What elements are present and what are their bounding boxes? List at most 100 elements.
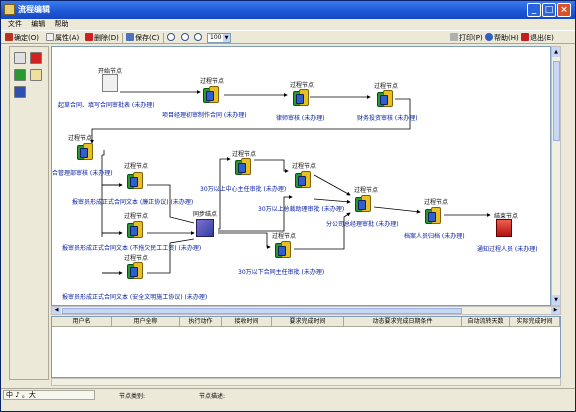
ime-toolbar[interactable]: 中 ♪ 。大: [3, 390, 95, 400]
canvas-vertical-scrollbar[interactable]: ▲ ▼: [551, 46, 561, 306]
scroll-down-icon[interactable]: ▼: [552, 295, 560, 305]
process-node-icon: [126, 171, 144, 191]
zoom-in-icon: [167, 33, 175, 41]
col-receive-time[interactable]: 接收时间: [222, 317, 272, 327]
menu-file[interactable]: 文件: [8, 19, 22, 30]
maximize-button[interactable]: □: [542, 3, 556, 17]
b1-node[interactable]: [354, 194, 372, 214]
properties-label: 属性(A): [55, 34, 80, 42]
sync-type: 同步结点: [193, 211, 218, 218]
print-button[interactable]: 打印(P): [450, 33, 483, 43]
a3-node[interactable]: [274, 240, 292, 260]
app-icon: [4, 4, 15, 15]
col-finish-time[interactable]: 实际完成时间: [510, 317, 560, 327]
save-button[interactable]: 保存(C): [126, 33, 159, 43]
zoom-select[interactable]: 100 ▼: [207, 33, 231, 43]
delete-label: 删除(D): [94, 34, 119, 42]
scroll-right-icon[interactable]: ▶: [551, 307, 560, 314]
close-button[interactable]: ×: [557, 3, 571, 17]
canvas-horizontal-scrollbar[interactable]: ◀ ▶: [51, 306, 561, 315]
process-node-icon: [202, 85, 220, 105]
task-table: 用户名 用户全称 执行动作 接收时间 要求完成时间 动态要求完成日期条件 自动流…: [51, 316, 561, 378]
col-due-time[interactable]: 要求完成时间: [272, 317, 344, 327]
flow-editor-window: 流程编辑 _ □ × 文件 编辑 帮助 确定(O) 属性(A) 删除(D) 保存…: [0, 0, 576, 412]
col-fullname[interactable]: 用户全称: [112, 317, 180, 327]
node-type-label: 节点类别:: [119, 393, 146, 400]
start-node-icon: [102, 74, 118, 92]
process-node-icon: [274, 240, 292, 260]
properties-button[interactable]: 属性(A): [46, 33, 79, 43]
zoom-out-button[interactable]: [181, 33, 190, 43]
end-node[interactable]: [496, 219, 514, 239]
help-button[interactable]: 帮助(H): [485, 33, 519, 43]
n1-node[interactable]: [202, 85, 220, 105]
p1-node[interactable]: [126, 171, 144, 191]
p2-node[interactable]: [126, 220, 144, 240]
b2-desc: 档案人员归档 (未办理): [404, 233, 465, 240]
n3-node[interactable]: [376, 89, 394, 109]
col-action[interactable]: 执行动作: [180, 317, 222, 327]
exit-label: 退出(E): [530, 34, 554, 42]
exit-button[interactable]: 退出(E): [521, 33, 554, 43]
a3-type: 过程节点: [272, 233, 297, 240]
node-desc-label: 节点描述:: [199, 393, 226, 400]
scroll-up-icon[interactable]: ▲: [552, 47, 560, 57]
zoom-in-button[interactable]: [167, 33, 176, 43]
confirm-button[interactable]: 确定(O): [5, 33, 39, 43]
toolbar: 确定(O) 属性(A) 删除(D) 保存(C) 100 ▼ 打印(P) 帮助(H)…: [1, 30, 575, 44]
b1-type: 过程节点: [354, 187, 379, 194]
zoom-fit-icon: [194, 33, 202, 41]
n4-node[interactable]: [76, 142, 94, 162]
select-tool-icon[interactable]: [14, 52, 26, 64]
delete-button[interactable]: 删除(D): [85, 33, 119, 43]
flow-canvas[interactable]: 开始节点 起草合同、填写合同审批表 (未办理) 过程节点 项目经理初审制作合同 …: [51, 46, 551, 306]
end-desc: 通知过程人员 (未办理): [477, 246, 538, 253]
menu-help[interactable]: 帮助: [54, 19, 68, 30]
p1-desc: 报审员形成正式合同文本 (廉正协议) (未办理): [72, 199, 194, 206]
p3-node[interactable]: [126, 261, 144, 281]
start-node-desc: 起草合同、填写合同审批表 (未办理): [58, 102, 155, 109]
b2-node[interactable]: [424, 206, 442, 226]
table-horizontal-scrollbar[interactable]: [51, 378, 561, 386]
menu-edit[interactable]: 编辑: [31, 19, 45, 30]
scroll-thumb[interactable]: [553, 61, 560, 141]
a2-type: 过程节点: [292, 163, 317, 170]
process-node-icon: [76, 142, 94, 162]
zoom-value: 100: [210, 34, 222, 41]
a2-desc: 30万以上总裁助理审批 (未办理): [258, 206, 345, 213]
title-bar: 流程编辑 _ □ ×: [1, 1, 575, 19]
a2-node[interactable]: [294, 170, 312, 190]
col-username[interactable]: 用户名: [52, 317, 112, 327]
scroll-left-icon[interactable]: ◀: [52, 307, 61, 314]
n4-desc: 合管理部审核 (未办理): [52, 170, 113, 177]
zoom-out-icon: [181, 33, 189, 41]
table-header: 用户名 用户全称 执行动作 接收时间 要求完成时间 动态要求完成日期条件 自动流…: [52, 317, 560, 327]
exit-icon: [521, 33, 529, 41]
process-node-icon: [354, 194, 372, 214]
sync-node[interactable]: [196, 219, 214, 239]
n1-desc: 项目经理初审制作合同 (未办理): [162, 112, 247, 119]
print-icon: [450, 33, 458, 41]
p2-type: 过程节点: [124, 213, 149, 220]
start-node-tool-icon[interactable]: [30, 69, 42, 81]
start-node[interactable]: [102, 74, 118, 94]
help-icon: [485, 33, 493, 41]
n1-type: 过程节点: [200, 78, 225, 85]
zoom-fit-button[interactable]: [194, 33, 203, 43]
col-auto-days[interactable]: 自动流转天数: [462, 317, 510, 327]
process-node-icon: [126, 261, 144, 281]
a1-desc: 30万以上中心主任审批 (未办理): [200, 186, 287, 193]
sync-node-tool-icon[interactable]: [14, 86, 26, 98]
end-node-tool-icon[interactable]: [30, 52, 42, 64]
process-node-icon: [292, 88, 310, 108]
process-node-tool-icon[interactable]: [14, 69, 26, 81]
chevron-down-icon: ▼: [223, 34, 230, 42]
node-palette: [9, 46, 49, 380]
n2-node[interactable]: [292, 88, 310, 108]
a1-node[interactable]: [234, 157, 252, 177]
col-dynamic-due[interactable]: 动态要求完成日期条件: [344, 317, 462, 327]
hscroll-thumb[interactable]: [62, 308, 462, 314]
save-icon: [126, 33, 134, 41]
p2-desc: 报审员形成正式合同文本 (不拖欠民工工资) (未办理): [62, 245, 202, 252]
minimize-button[interactable]: _: [527, 3, 541, 17]
